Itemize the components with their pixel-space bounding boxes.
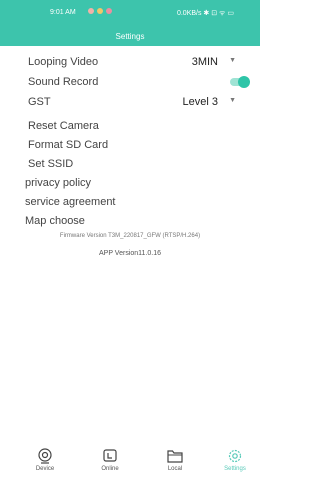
gst-value[interactable]: Level 3 bbox=[183, 96, 218, 108]
sound-record-toggle[interactable] bbox=[230, 76, 250, 88]
app-header: 9:01 AM 0.0KB/s ✱ ⊡ ᯤ ▭ Settings bbox=[0, 0, 260, 46]
page-title: Settings bbox=[115, 32, 145, 41]
privacy-policy-item[interactable]: privacy policy bbox=[25, 177, 91, 189]
tab-settings-label: Settings bbox=[224, 466, 246, 472]
reset-camera-item[interactable]: Reset Camera bbox=[28, 120, 99, 132]
map-choose-item[interactable]: Map choose bbox=[25, 215, 85, 227]
folder-icon bbox=[167, 450, 183, 463]
video-icon bbox=[103, 449, 117, 462]
notification-dot-icon bbox=[97, 8, 103, 14]
status-indicators: 0.0KB/s ✱ ⊡ ᯤ ▭ bbox=[176, 10, 234, 17]
chevron-down-icon[interactable]: ▼ bbox=[229, 57, 236, 64]
gear-icon bbox=[228, 449, 242, 463]
notification-icons bbox=[88, 8, 112, 14]
tab-local-label: Local bbox=[167, 466, 183, 472]
service-agreement-item[interactable]: service agreement bbox=[25, 196, 116, 208]
tab-local[interactable]: Local bbox=[150, 448, 200, 472]
sound-record-label: Sound Record bbox=[28, 76, 99, 88]
format-sd-card-item[interactable]: Format SD Card bbox=[28, 139, 108, 151]
looping-video-label: Looping Video bbox=[28, 56, 99, 68]
looping-video-row[interactable]: Looping Video 3MIN ▼ bbox=[28, 55, 248, 71]
status-time: 9:01 AM bbox=[50, 9, 76, 16]
firmware-version: Firmware Version T3M_220817_GFW (RTSP/H.… bbox=[59, 233, 201, 239]
sound-record-row: Sound Record bbox=[28, 75, 250, 91]
bottom-tab-bar: Device Online Local Settings bbox=[0, 444, 260, 497]
notification-dot-icon bbox=[106, 8, 112, 14]
status-bar: 9:01 AM 0.0KB/s ✱ ⊡ ᯤ ▭ bbox=[0, 4, 260, 20]
gst-label: GST bbox=[28, 96, 51, 108]
app-version: APP Version11.0.16 bbox=[98, 250, 161, 257]
set-ssid-item[interactable]: Set SSID bbox=[28, 158, 73, 170]
tab-settings[interactable]: Settings bbox=[210, 448, 260, 472]
gst-row[interactable]: GST Level 3 ▼ bbox=[28, 95, 248, 111]
looping-video-value[interactable]: 3MIN bbox=[192, 56, 218, 68]
notification-dot-icon bbox=[88, 8, 94, 14]
tab-device-label: Device bbox=[35, 466, 55, 472]
chevron-down-icon[interactable]: ▼ bbox=[229, 97, 236, 104]
tab-online[interactable]: Online bbox=[85, 448, 135, 472]
tab-device[interactable]: Device bbox=[20, 448, 70, 472]
camera-icon bbox=[38, 448, 52, 464]
tab-online-label: Online bbox=[101, 466, 119, 472]
